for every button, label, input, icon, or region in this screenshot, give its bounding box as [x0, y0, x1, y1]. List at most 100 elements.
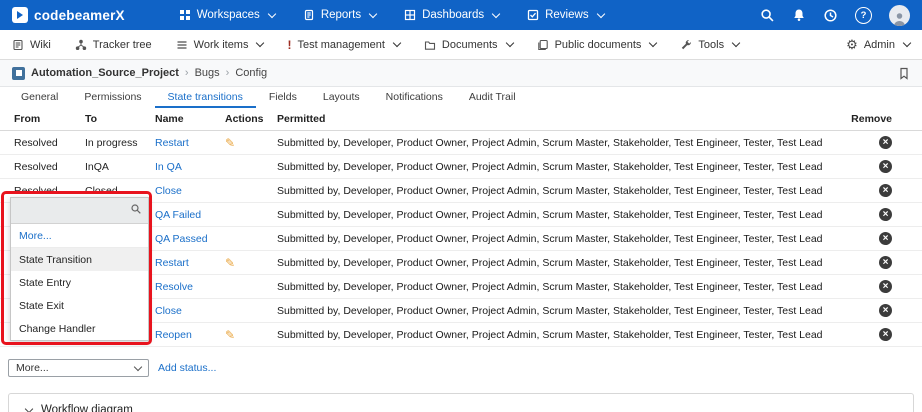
chevron-down-icon: [369, 9, 377, 17]
remove-icon[interactable]: [879, 184, 892, 197]
search-icon[interactable]: [760, 8, 775, 23]
help-icon[interactable]: ?: [855, 7, 872, 24]
remove-icon[interactable]: [879, 328, 892, 341]
breadcrumb-tracker[interactable]: Bugs: [195, 67, 220, 79]
brand[interactable]: codebeamerX: [12, 7, 125, 23]
app-window: codebeamerX Workspaces Reports: [0, 0, 922, 412]
header-from: From: [14, 113, 85, 125]
table-row: Resolved In progress Restart Submitted b…: [0, 131, 922, 155]
toolbar-item-documents[interactable]: Documents: [424, 39, 513, 51]
tab-layouts[interactable]: Layouts: [310, 87, 373, 108]
magnifier-icon: [130, 202, 142, 220]
toolbar-label: Work items: [194, 39, 249, 51]
more-select-value: More...: [16, 362, 49, 374]
remove-icon[interactable]: [879, 232, 892, 245]
dropdown-item-state-exit[interactable]: State Exit: [11, 294, 148, 317]
workflow-diagram-title: Workflow diagram: [41, 404, 133, 412]
cell-from: Resolved: [14, 161, 85, 173]
transition-name-link[interactable]: Restart: [155, 137, 189, 149]
workflow-diagram-header[interactable]: Workflow diagram: [9, 394, 913, 412]
toolbar-item-test-management[interactable]: ! Test management: [287, 38, 399, 52]
transition-name-link[interactable]: Restart: [155, 257, 189, 269]
cell-permitted: Submitted by, Developer, Product Owner, …: [277, 257, 832, 269]
chevron-down-icon: [596, 9, 604, 17]
topbar-actions: ?: [760, 5, 910, 26]
tab-notifications[interactable]: Notifications: [373, 87, 456, 108]
tracker-tree-icon: [75, 39, 87, 51]
remove-icon[interactable]: [879, 208, 892, 221]
transition-name-link[interactable]: Resolve: [155, 281, 193, 293]
wiki-icon: [12, 39, 24, 51]
notifications-bell-icon[interactable]: [792, 8, 806, 22]
edit-action-icon[interactable]: [225, 328, 235, 342]
tab-state-transitions[interactable]: State transitions: [155, 87, 256, 108]
dropdown-search[interactable]: [11, 198, 148, 224]
more-select[interactable]: More...: [8, 359, 149, 377]
chevron-down-icon: [134, 362, 142, 370]
header-remove: Remove: [832, 113, 912, 125]
documents-icon: [424, 39, 436, 51]
cell-from: Resolved: [14, 185, 85, 197]
secondary-toolbar: Wiki Tracker tree Work items ! Test mana…: [0, 30, 922, 60]
table-row: Resolved InQA In QA Submitted by, Develo…: [0, 155, 922, 179]
transition-name-link[interactable]: In QA: [155, 161, 182, 173]
remove-icon[interactable]: [879, 280, 892, 293]
transition-name-link[interactable]: Reopen: [155, 329, 192, 341]
toolbar-item-public-documents[interactable]: Public documents: [537, 39, 657, 51]
edit-action-icon[interactable]: [225, 136, 235, 150]
transition-name-link[interactable]: Close: [155, 185, 182, 197]
toolbar-label: Test management: [297, 39, 384, 51]
cell-from: Resolved: [14, 137, 85, 149]
nav-reviews[interactable]: Reviews: [527, 9, 603, 21]
header-permitted: Permitted: [277, 113, 832, 125]
dropdown-item-state-transition[interactable]: State Transition: [11, 248, 148, 271]
breadcrumb-separator: ›: [226, 67, 230, 79]
admin-menu[interactable]: ⚙ Admin: [846, 37, 910, 53]
breadcrumb-project[interactable]: Automation_Source_Project: [31, 67, 179, 79]
chevron-down-icon: [649, 39, 657, 47]
chevron-down-icon: [25, 405, 33, 412]
dropdown-item-change-handler[interactable]: Change Handler: [11, 317, 148, 340]
remove-icon[interactable]: [879, 160, 892, 173]
toolbar-item-tools[interactable]: Tools: [680, 39, 739, 51]
dropdown-item-more[interactable]: More...: [11, 224, 148, 248]
tab-fields[interactable]: Fields: [256, 87, 310, 108]
remove-icon[interactable]: [879, 304, 892, 317]
nav-reports[interactable]: Reports: [303, 9, 376, 21]
tab-audit-trail[interactable]: Audit Trail: [456, 87, 529, 108]
toolbar-item-tracker-tree[interactable]: Tracker tree: [75, 39, 152, 51]
user-avatar[interactable]: [889, 5, 910, 26]
nav-label: Dashboards: [422, 9, 484, 21]
chevron-down-icon: [505, 39, 513, 47]
tools-wrench-icon: [680, 39, 692, 51]
nav-workspaces[interactable]: Workspaces: [179, 9, 275, 21]
tab-general[interactable]: General: [8, 87, 71, 108]
work-items-icon: [176, 39, 188, 51]
chevron-down-icon: [903, 39, 911, 47]
cell-to: InQA: [85, 161, 155, 173]
toolbar-item-work-items[interactable]: Work items: [176, 39, 264, 51]
chevron-down-icon: [393, 39, 401, 47]
transition-name-link[interactable]: Close: [155, 305, 182, 317]
transition-name-link[interactable]: QA Failed: [155, 209, 201, 221]
bookmark-icon[interactable]: [898, 67, 910, 80]
remove-icon[interactable]: [879, 136, 892, 149]
toolbar-item-wiki[interactable]: Wiki: [12, 39, 51, 51]
table-footer-controls: More... Add status...: [8, 359, 922, 377]
dropdown-search-input[interactable]: [17, 204, 126, 218]
admin-label: Admin: [864, 39, 895, 51]
nav-dashboards[interactable]: Dashboards: [404, 9, 499, 21]
breadcrumb-page[interactable]: Config: [235, 67, 267, 79]
remove-icon[interactable]: [879, 256, 892, 269]
dropdown-item-state-entry[interactable]: State Entry: [11, 271, 148, 294]
edit-action-icon[interactable]: [225, 256, 235, 270]
toolbar-label: Tracker tree: [93, 39, 152, 51]
tab-permissions[interactable]: Permissions: [71, 87, 154, 108]
reviews-icon: [527, 9, 539, 21]
workspaces-icon: [179, 9, 191, 21]
cell-permitted: Submitted by, Developer, Product Owner, …: [277, 329, 832, 341]
transition-name-link[interactable]: QA Passed: [155, 233, 208, 245]
add-status-link[interactable]: Add status...: [158, 362, 216, 374]
nav-label: Reports: [321, 9, 361, 21]
history-icon[interactable]: [823, 8, 838, 23]
